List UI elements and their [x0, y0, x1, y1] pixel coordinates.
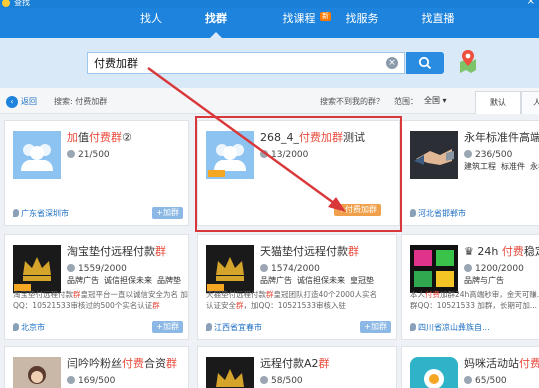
app-icon	[410, 357, 458, 388]
group-description: 本人付费加群24h高端秒审，金天可赚... 群QQ：10521533 加群，长期可…	[410, 290, 539, 310]
group-location[interactable]: 广东省深圳市	[13, 208, 69, 220]
range-value: 全国	[424, 96, 440, 105]
group-name[interactable]: ♛ 24h 付费稳定群	[464, 245, 539, 259]
default-group-icon	[13, 131, 61, 179]
location-pin-icon	[410, 209, 416, 217]
crown-logo	[13, 245, 61, 293]
nav-find-people[interactable]: 找人	[116, 8, 186, 38]
crown-logo	[206, 357, 254, 388]
group-tags: 品牌与广告	[464, 276, 504, 285]
join-group-button[interactable]: +加群	[152, 321, 183, 333]
woman-photo	[13, 357, 61, 388]
nav-find-services[interactable]: 找服务	[327, 8, 397, 38]
member-count: 21/500	[67, 149, 110, 161]
nav-find-live[interactable]: 找直播	[403, 8, 473, 38]
group-card[interactable]: ♛ 24h 付费稳定群 1200/2000 品牌与广告 本人付费加群24h高端秒…	[401, 234, 539, 340]
group-card[interactable]: 淘宝垫付远程付款群 1559/2000 品牌广告 诚信担保未来 品牌垫 淘宝垫付远程…	[4, 234, 189, 340]
member-count: 1200/2000	[464, 263, 524, 275]
sort-tab-default[interactable]: 默认	[475, 91, 521, 114]
back-icon[interactable]: ‹	[6, 96, 18, 108]
search-input[interactable]	[88, 53, 373, 73]
group-card[interactable]: 妈咪活动站付费3 65/500	[401, 346, 539, 388]
range-label: 范围：	[394, 97, 418, 106]
search-box: ×	[87, 52, 405, 74]
group-card[interactable]: 闫吟吟粉丝付费合资群 169/500	[4, 346, 189, 388]
close-icon[interactable]: ×	[527, 0, 535, 7]
group-tags: 建筑工程标准件永年标	[464, 162, 539, 171]
location-pin-icon	[206, 323, 212, 331]
top-nav: 找人 找群 找课程 新 找服务 找直播	[0, 8, 539, 38]
handshake-photo	[410, 131, 458, 179]
group-card[interactable]: 天猫垫付远程付款群 1574/2000 品牌广告 诚信担保未来 皇冠垫 天猫垫付远程…	[197, 234, 397, 340]
crown-logo	[206, 245, 254, 293]
highlight-box-annotation	[195, 116, 402, 232]
person-icon	[67, 264, 75, 272]
nav-find-groups[interactable]: 找群	[181, 8, 251, 38]
location-pin-icon	[13, 209, 19, 217]
group-name[interactable]: 远程付款A2群	[260, 357, 382, 371]
location-pin-icon	[13, 323, 19, 331]
group-name[interactable]: 天猫垫付远程付款群	[260, 245, 382, 259]
group-description: 天猫垫付远程付款群皇冠团队打造40个2000人实名认证安全群，加QQ：10521…	[206, 290, 378, 310]
group-name[interactable]: 妈咪活动站付费3	[464, 357, 539, 371]
group-card[interactable]: 永年标准件高端付 236/500 建筑工程标准件永年标 河北省邯郸市	[401, 120, 539, 226]
person-icon	[67, 376, 75, 384]
not-found-link[interactable]: 搜索不到我的群？	[320, 96, 384, 108]
join-group-button[interactable]: +加群	[152, 207, 183, 219]
group-description: 淘宝垫付远程付款群皇冠平台一直以诚信安全为名 加QQ：10521533审核过的5…	[13, 290, 188, 310]
sort-tab-members[interactable]: 人数	[521, 91, 539, 114]
map-location-icon[interactable]	[458, 48, 478, 74]
person-icon	[260, 376, 268, 384]
search-summary: 搜索: 付费加群	[54, 97, 108, 106]
group-name[interactable]: 闫吟吟粉丝付费合资群	[67, 357, 189, 371]
person-icon	[464, 376, 472, 384]
member-count: 236/500	[464, 149, 512, 161]
group-location[interactable]: 北京市	[13, 322, 45, 334]
filter-bar: ‹ 返回 搜索: 付费加群 搜索不到我的群？ 范围： 全国 ▾ 默认 人数	[0, 88, 539, 114]
group-name[interactable]: 永年标准件高端付	[464, 131, 539, 145]
group-tags: 品牌广告 诚信担保未来 皇冠垫	[260, 276, 374, 285]
nav-find-courses-label: 找课程	[282, 12, 316, 25]
neon-sign-photo	[410, 245, 458, 293]
join-group-button[interactable]: +加群	[360, 321, 391, 333]
person-icon	[464, 264, 472, 272]
search-icon	[418, 56, 432, 70]
member-count: 1559/2000	[67, 263, 127, 275]
group-card[interactable]: 远程付款A2群 58/500	[197, 346, 397, 388]
group-location[interactable]: 四川省凉山彝族自...	[410, 322, 490, 334]
person-icon	[260, 264, 268, 272]
member-count: 169/500	[67, 375, 115, 387]
search-button[interactable]	[406, 52, 444, 74]
member-count: 58/500	[260, 375, 303, 387]
clear-icon[interactable]: ×	[386, 57, 398, 69]
location-pin-icon	[410, 323, 416, 331]
title-bar: 查找 ×	[0, 0, 539, 8]
range-select[interactable]: 全国 ▾	[424, 95, 447, 107]
group-name[interactable]: 淘宝垫付远程付款群	[67, 245, 189, 259]
group-tags: 品牌广告 诚信担保未来 品牌垫	[67, 276, 181, 285]
group-location[interactable]: 江西省宜春市	[206, 322, 262, 334]
person-icon	[464, 150, 472, 158]
search-area: ×	[0, 38, 539, 88]
back-link[interactable]: 返回	[21, 96, 37, 108]
member-count: 1574/2000	[260, 263, 320, 275]
group-name[interactable]: 加值付费群②	[67, 131, 189, 145]
app-logo-icon	[2, 0, 10, 7]
person-icon	[67, 150, 75, 158]
group-card[interactable]: 加值付费群② 21/500 广东省深圳市 +加群	[4, 120, 189, 226]
group-location[interactable]: 河北省邯郸市	[410, 208, 466, 220]
member-count: 65/500	[464, 375, 507, 387]
